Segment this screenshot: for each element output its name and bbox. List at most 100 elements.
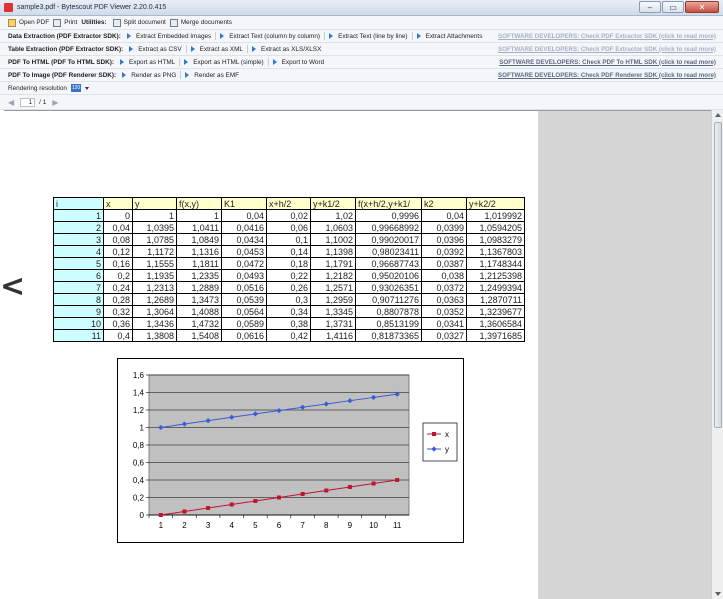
- maximize-button[interactable]: ▭: [662, 1, 684, 13]
- table-header-cell: y+k1/2: [310, 197, 356, 210]
- table-cell: 0,14: [266, 245, 311, 258]
- table-header-cell: y: [132, 197, 177, 210]
- render-png-button[interactable]: Render as PNG: [122, 72, 176, 79]
- export-html-button[interactable]: Export as HTML: [120, 59, 175, 66]
- chevron-left-icon[interactable]: <: [0, 272, 25, 306]
- data-extraction-toolbar: Data Extraction (PDF Extractor SDK): Ext…: [0, 30, 723, 43]
- table-cell: 0: [103, 209, 133, 222]
- play-icon: [329, 33, 334, 39]
- table-cell: 0,04: [103, 221, 133, 234]
- merge-documents-button[interactable]: Merge documents: [169, 18, 232, 27]
- data-point-x: [347, 485, 352, 489]
- renderer-sdk-promo-link[interactable]: SOFTWARE DEVELOPERS: Check PDF Renderer …: [498, 72, 716, 79]
- table-cell: 1,0395: [132, 221, 177, 234]
- table-header-cell: y+k2/2: [466, 197, 525, 210]
- table-cell: 0,0493: [221, 269, 267, 282]
- table-cell: 0,0372: [421, 281, 467, 294]
- y-tick-label: 1,2: [133, 406, 145, 415]
- table-cell: 1,2335: [176, 269, 222, 282]
- table-cell: 1,3239677: [466, 305, 525, 318]
- extract-csv-button[interactable]: Extract as CSV: [129, 46, 182, 53]
- html-sdk-promo-link[interactable]: SOFTWARE DEVELOPERS: Check PDF To HTML S…: [499, 59, 716, 66]
- table-cell: 0,96687743: [355, 257, 422, 270]
- minimize-button[interactable]: –: [639, 1, 661, 13]
- table-cell: 1,2499394: [466, 281, 525, 294]
- table-cell: 0,0363: [421, 293, 467, 306]
- extract-text-column-button[interactable]: Extract Text (column by column): [220, 33, 320, 40]
- export-html-simple-button[interactable]: Export as HTML (simple): [184, 59, 264, 66]
- table-cell: 0,0539: [221, 293, 267, 306]
- table-cell: 1,1811: [176, 257, 222, 270]
- table-cell: 1: [132, 209, 177, 222]
- table-header-cell: x: [103, 197, 133, 210]
- row-index-cell: 5: [53, 257, 104, 270]
- table-body: 1 0 1 1 0,04 0,02 1,02 0,9996 0,04 1,019992 2 0,04 1…: [53, 209, 525, 342]
- extract-embedded-images-button[interactable]: Extract Embedded Images: [126, 33, 211, 40]
- table-cell: 0,26: [266, 281, 311, 294]
- extract-text-column-label: Extract Text (column by column): [229, 32, 321, 40]
- table-cell: 0,04: [221, 209, 267, 222]
- render-emf-button[interactable]: Render as EMF: [185, 72, 239, 79]
- x-tick-label: 7: [300, 521, 305, 530]
- table-cell: 1,3345: [310, 305, 356, 318]
- data-point-x: [182, 509, 187, 514]
- table-cell: 0,95020106: [355, 269, 422, 282]
- play-icon: [272, 59, 277, 65]
- table-cell: 0,0472: [221, 257, 267, 270]
- previous-page-icon[interactable]: ◀: [8, 98, 14, 107]
- table-cell: 1,5408: [176, 329, 222, 342]
- x-tick-label: 2: [182, 521, 187, 530]
- separator: [324, 32, 326, 40]
- vertical-scrollbar[interactable]: [711, 110, 723, 599]
- table-cell: 0,98023411: [355, 245, 422, 258]
- print-button[interactable]: Print: [53, 18, 77, 27]
- extract-xls-button[interactable]: Extract as XLS/XLSX: [251, 46, 321, 53]
- extract-attachments-button[interactable]: Extract Attachments: [416, 33, 482, 40]
- resolution-select[interactable]: 120: [70, 84, 81, 92]
- table-cell: 0,0352: [421, 305, 467, 318]
- table-extraction-toolbar: Table Extraction (PDF Extractor SDK): Ex…: [0, 43, 723, 56]
- play-icon: [251, 46, 256, 52]
- table-row: 6 0,2 1,1935 1,2335 0,0493 0,22 1,2182 0,950201…: [53, 269, 525, 282]
- table-cell: 1,3436: [132, 317, 177, 330]
- page-number-input[interactable]: 1: [20, 97, 36, 107]
- table-cell: 0,22: [266, 269, 311, 282]
- scroll-up-icon[interactable]: [715, 113, 721, 117]
- table-cell: 0,9996: [355, 209, 422, 222]
- table-cell: 0,3: [266, 293, 311, 306]
- extract-xml-button[interactable]: Extract as XML: [190, 46, 243, 53]
- data-point-x: [253, 499, 258, 503]
- x-tick-label: 9: [348, 521, 353, 530]
- y-tick-label: 1,6: [133, 371, 145, 380]
- legend-box: [422, 422, 458, 462]
- table-cell: 0,38: [266, 317, 311, 330]
- table-cell: 1,1367803: [466, 245, 525, 258]
- table-cell: 0,28: [103, 293, 133, 306]
- export-word-button[interactable]: Export to Word: [272, 59, 324, 66]
- table-cell: 0,81873365: [355, 329, 422, 342]
- scroll-thumb[interactable]: [714, 122, 722, 428]
- table-header-cell: f(x+h/2,y+k1/: [355, 197, 422, 210]
- table-header-cell: x+h/2: [266, 197, 311, 210]
- x-tick-label: 4: [230, 521, 235, 530]
- scroll-down-icon[interactable]: [715, 592, 721, 596]
- table-cell: 0,0399: [421, 221, 467, 234]
- split-document-button[interactable]: Split document: [112, 18, 166, 27]
- row-index-cell: 1: [53, 209, 104, 222]
- table-cell: 0,12: [103, 245, 133, 258]
- table-cell: 0,90711276: [355, 293, 422, 306]
- pdf-to-html-label: PDF To HTML (PDF To HTML SDK):: [8, 58, 115, 66]
- table-cell: 1,02: [310, 209, 356, 222]
- table-sdk-promo-link[interactable]: SOFTWARE DEVELOPERS: Check PDF Extractor…: [498, 46, 716, 53]
- y-tick-label: 1,4: [133, 389, 145, 398]
- extract-text-line-button[interactable]: Extract Text (line by line): [329, 33, 408, 40]
- extractor-sdk-promo-link[interactable]: SOFTWARE DEVELOPERS: Check PDF Extractor…: [498, 33, 716, 40]
- legend-label-y: y: [445, 445, 449, 454]
- close-button[interactable]: ✕: [685, 1, 719, 13]
- chevron-down-icon[interactable]: [84, 86, 89, 90]
- open-pdf-button[interactable]: Open PDF: [8, 18, 49, 27]
- data-point-x: [158, 513, 163, 517]
- table-cell: 1,2182: [310, 269, 356, 282]
- next-page-icon[interactable]: ▶: [52, 98, 58, 107]
- data-table: i x y f(x,y) K1 x+h/2 y+k1/2 f(x+h/2,y+k…: [53, 197, 525, 342]
